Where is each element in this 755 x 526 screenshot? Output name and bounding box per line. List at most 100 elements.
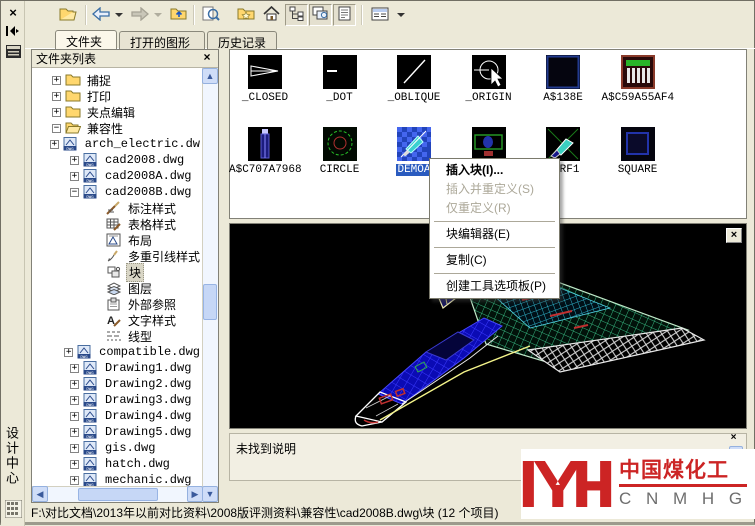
tree-item[interactable]: +夹点编辑 — [32, 104, 202, 120]
tree-hscroll-thumb[interactable] — [78, 488, 158, 501]
preview-close-button[interactable]: × — [726, 228, 742, 243]
tree-item-label: mechanic.dwg — [103, 473, 193, 486]
tree-item[interactable]: A文字样式 — [32, 312, 202, 328]
block-building-icon — [621, 55, 655, 89]
block-item[interactable]: A$138E — [526, 55, 600, 127]
tree-horizontal-scrollbar[interactable]: ◀ ▶ — [32, 486, 203, 502]
search-icon — [202, 6, 220, 25]
xref-icon — [106, 297, 122, 311]
tree-item[interactable]: + DWG mechanic.dwg — [32, 472, 202, 486]
tree-item[interactable]: 外部参照 — [32, 296, 202, 312]
tree-item[interactable]: +DWGDrawing5.dwg — [32, 424, 202, 440]
tree-item[interactable]: +捕捉 — [32, 72, 202, 88]
tree-vertical-scrollbar[interactable]: ▲ ▼ — [202, 68, 218, 502]
expand-plus-icon[interactable]: + — [70, 380, 79, 389]
tree-panel-close-button[interactable]: × — [200, 52, 214, 65]
forward-dropdown-icon — [154, 13, 162, 17]
tree-item[interactable]: −兼容性 — [32, 120, 202, 136]
tab-3[interactable]: 历史记录 — [207, 31, 277, 49]
search-button[interactable] — [197, 4, 224, 26]
views-dropdown-button[interactable] — [394, 4, 407, 26]
description-text: 未找到说明 — [236, 440, 296, 457]
block-item[interactable]: A$C707A7968 — [228, 127, 302, 199]
expand-plus-icon[interactable]: + — [70, 444, 79, 453]
svg-text:DWG: DWG — [86, 372, 94, 375]
scroll-down-icon[interactable]: ▼ — [202, 486, 218, 502]
expand-plus-icon[interactable]: + — [52, 92, 61, 101]
tree-item[interactable]: 表格样式 — [32, 216, 202, 232]
back-arrow-button[interactable] — [89, 4, 112, 26]
block-item[interactable]: _CLOSED — [228, 55, 302, 127]
block-item[interactable]: SQUARE — [601, 127, 675, 199]
dwg-file-icon: DWG — [83, 425, 99, 439]
back-dropdown-icon — [115, 13, 123, 17]
expand-plus-icon[interactable]: + — [70, 172, 79, 181]
tree-item[interactable]: +DWGgis.dwg — [32, 440, 202, 456]
expand-plus-icon[interactable]: + — [70, 412, 79, 421]
tree-item[interactable]: +DWGhatch.dwg — [32, 456, 202, 472]
menu-item[interactable]: 复制(C) — [432, 251, 557, 270]
expand-plus-icon[interactable]: + — [70, 428, 79, 437]
tree-item[interactable]: +打印 — [32, 88, 202, 104]
tree-item[interactable]: +DWGcad2008.dwg — [32, 152, 202, 168]
preview-toggle-button[interactable] — [309, 4, 332, 26]
tree-view-button[interactable] — [285, 4, 308, 26]
tree-item[interactable]: 线型 — [32, 328, 202, 344]
block-item[interactable]: A$C59A55AF4 — [601, 55, 675, 127]
block-item[interactable]: CIRCLE — [303, 127, 377, 199]
description-toggle-button[interactable] — [333, 4, 356, 26]
expand-plus-icon[interactable]: + — [52, 108, 61, 117]
scroll-left-icon[interactable]: ◀ — [32, 486, 48, 502]
auto-hide-icon[interactable] — [4, 23, 22, 39]
block-monitor-icon — [472, 127, 506, 161]
menu-item[interactable]: 块编辑器(E) — [432, 225, 557, 244]
tree-item-label: cad2008.dwg — [103, 153, 186, 167]
palette-grid-icon[interactable] — [4, 499, 22, 519]
up-folder-button[interactable] — [166, 4, 191, 26]
views-button[interactable] — [366, 4, 393, 26]
tree-item[interactable]: +DWGDrawing4.dwg — [32, 408, 202, 424]
tree-item[interactable]: 标注样式 — [32, 200, 202, 216]
tree-item[interactable]: +DWGcompatible.dwg — [32, 344, 202, 360]
tree-item[interactable]: 图层 — [32, 280, 202, 296]
dwg-file-icon: DWG — [83, 473, 99, 486]
expand-plus-icon[interactable]: + — [70, 396, 79, 405]
description-close-button[interactable]: × — [726, 432, 741, 445]
menu-item[interactable]: 插入块(I)... — [432, 161, 557, 180]
tab-1[interactable]: 文件夹 — [55, 30, 117, 49]
watermark-logo: 中国煤化工 C N M H G — [521, 449, 755, 519]
menu-item[interactable]: 创建工具选项板(P) — [432, 277, 557, 296]
scroll-up-icon[interactable]: ▲ — [202, 68, 218, 84]
tree-item[interactable]: +DWGarch_electric.dw — [32, 136, 202, 152]
block-item[interactable]: _ORIGIN — [452, 55, 526, 127]
block-item[interactable]: _DOT — [303, 55, 377, 127]
tree-item[interactable]: 块 — [32, 264, 202, 280]
tree-item[interactable]: 布局 — [32, 232, 202, 248]
tree-item[interactable]: 多重引线样式 — [32, 248, 202, 264]
block-item-label: SQUARE — [617, 164, 659, 176]
collapse-minus-icon[interactable]: − — [52, 124, 61, 133]
palette-properties-icon[interactable] — [4, 43, 22, 59]
expand-plus-icon[interactable]: + — [64, 348, 73, 357]
tree-item[interactable]: +DWGDrawing3.dwg — [32, 392, 202, 408]
expand-plus-icon[interactable]: + — [70, 156, 79, 165]
expand-plus-icon[interactable]: + — [52, 76, 61, 85]
expand-plus-icon[interactable]: + — [50, 140, 59, 149]
tree-item[interactable]: −DWGcad2008B.dwg — [32, 184, 202, 200]
tree-vscroll-thumb[interactable] — [203, 284, 217, 320]
tree-item[interactable]: +DWGDrawing1.dwg — [32, 360, 202, 376]
scroll-right-icon[interactable]: ▶ — [187, 486, 203, 502]
expand-plus-icon[interactable]: + — [70, 364, 79, 373]
expand-plus-icon[interactable]: + — [70, 460, 79, 469]
tree-item[interactable]: +DWGcad2008A.dwg — [32, 168, 202, 184]
favorites-button[interactable] — [233, 4, 258, 26]
home-button[interactable] — [259, 4, 284, 26]
block-item[interactable]: _OBLIQUE — [377, 55, 451, 127]
palette-close-button[interactable]: × — [4, 4, 22, 20]
open-folder-button[interactable] — [55, 4, 82, 26]
tab-2[interactable]: 打开的图形 — [119, 31, 205, 49]
back-dropdown-button[interactable] — [112, 4, 125, 26]
tree-item[interactable]: +DWGDrawing2.dwg — [32, 376, 202, 392]
collapse-minus-icon[interactable]: − — [70, 188, 79, 197]
expand-plus-icon[interactable]: + — [70, 476, 79, 485]
